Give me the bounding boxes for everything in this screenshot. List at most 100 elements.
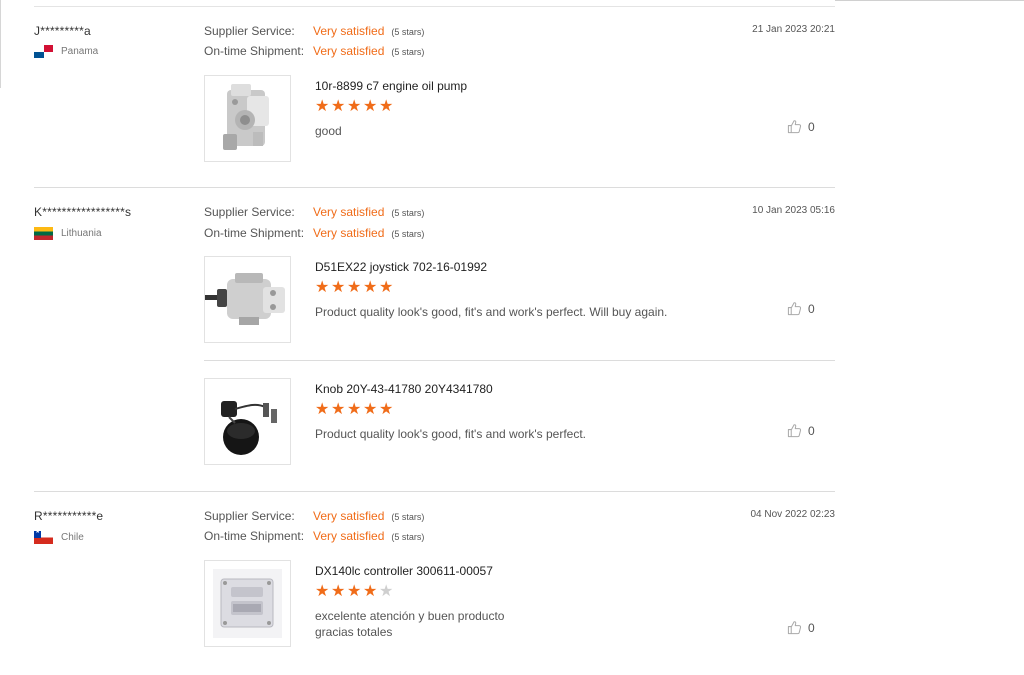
supplier-service-stars: (5 stars): [391, 512, 425, 522]
shipment-value: Very satisfied: [313, 44, 385, 58]
star-icon: ★: [315, 583, 330, 600]
product-image[interactable]: [204, 256, 291, 343]
review-date: 21 Jan 2023 20:21: [752, 24, 835, 35]
thumbs-up-icon[interactable]: [787, 620, 802, 635]
chile-flag-icon: [34, 531, 53, 544]
like-count: 0: [808, 301, 815, 316]
review-comment: Product quality look's good, fit's and w…: [315, 427, 587, 441]
product-title[interactable]: D51EX22 joystick 702-16-01992: [315, 260, 487, 274]
reviewed-product: DX140lc controller 300611-00057 ★ ★ ★ ★ ★ ex…: [204, 560, 835, 648]
review-item: J*********a Panama Supplier Service: Ver…: [34, 7, 835, 188]
like-control[interactable]: 0: [787, 119, 815, 134]
reviewed-product: 10r-8899 c7 engine oil pump ★ ★ ★ ★ ★ good 0: [204, 75, 835, 163]
shipment-rating: On-time Shipment: Very satisfied (5 star…: [204, 226, 424, 240]
thumbs-up-icon[interactable]: [787, 301, 802, 316]
star-icon: ★: [347, 98, 362, 115]
shipment-value: Very satisfied: [313, 529, 385, 543]
supplier-service-stars: (5 stars): [391, 208, 425, 218]
star-icon: ★: [347, 401, 362, 418]
product-title[interactable]: DX140lc controller 300611-00057: [315, 564, 493, 578]
page-edge-line: [0, 0, 1, 88]
star-icon: ★: [379, 583, 394, 600]
lithuania-flag-icon: [34, 227, 53, 240]
review-comment-line: gracias totales: [315, 625, 393, 639]
product-title[interactable]: Knob 20Y-43-41780 20Y4341780: [315, 382, 493, 396]
star-icon: ★: [379, 279, 394, 296]
reviewer-country: Lithuania: [34, 227, 102, 240]
thumbs-up-icon[interactable]: [787, 423, 802, 438]
shipment-value: Very satisfied: [313, 226, 385, 240]
shipment-stars: (5 stars): [391, 229, 425, 239]
knob-image: [221, 401, 277, 455]
review-item: K*****************s Lithuania Supplier S…: [34, 188, 835, 492]
like-control[interactable]: 0: [787, 620, 815, 635]
product-rating: ★ ★ ★ ★ ★: [315, 584, 395, 600]
reviewer-country: Chile: [34, 531, 84, 544]
shipment-stars: (5 stars): [391, 47, 425, 57]
star-icon: ★: [331, 583, 346, 600]
country-name: Panama: [61, 46, 99, 57]
shipment-rating: On-time Shipment: Very satisfied (5 star…: [204, 529, 424, 543]
star-icon: ★: [315, 401, 330, 418]
product-image[interactable]: [204, 75, 291, 162]
reviewed-product: D51EX22 joystick 702-16-01992 ★ ★ ★ ★ ★ Prod…: [204, 256, 835, 361]
product-image[interactable]: [204, 378, 291, 465]
review-comment: good: [315, 124, 342, 138]
review-comment: excelente atención y buen producto graci…: [315, 608, 504, 640]
thumbs-up-icon[interactable]: [787, 119, 802, 134]
shipment-label: On-time Shipment:: [204, 44, 305, 58]
shipment-label: On-time Shipment:: [204, 529, 305, 543]
reviewer-name: K*****************s: [34, 205, 132, 219]
supplier-service-rating: Supplier Service: Very satisfied (5 star…: [204, 205, 424, 219]
product-rating: ★ ★ ★ ★ ★: [315, 280, 395, 296]
like-control[interactable]: 0: [787, 423, 815, 438]
star-icon: ★: [315, 279, 330, 296]
star-icon: ★: [331, 98, 346, 115]
supplier-service-label: Supplier Service:: [204, 205, 295, 219]
product-rating: ★ ★ ★ ★ ★: [315, 402, 395, 418]
supplier-service-value: Very satisfied: [313, 24, 385, 38]
reviewer-name: J*********a: [34, 24, 91, 38]
star-icon: ★: [363, 98, 378, 115]
product-image[interactable]: [204, 560, 291, 647]
star-icon: ★: [363, 279, 378, 296]
product-title[interactable]: 10r-8899 c7 engine oil pump: [315, 79, 467, 93]
country-name: Lithuania: [61, 228, 102, 239]
header-edge-divider: [835, 0, 1024, 1]
like-count: 0: [808, 620, 815, 635]
review-date: 10 Jan 2023 05:16: [752, 205, 835, 216]
supplier-service-value: Very satisfied: [313, 205, 385, 219]
supplier-service-rating: Supplier Service: Very satisfied (5 star…: [204, 24, 424, 38]
product-rating: ★ ★ ★ ★ ★: [315, 99, 395, 115]
supplier-service-stars: (5 stars): [391, 27, 425, 37]
star-icon: ★: [315, 98, 330, 115]
supplier-service-value: Very satisfied: [313, 509, 385, 523]
shipment-stars: (5 stars): [391, 532, 425, 542]
joystick-valve-image: [205, 273, 285, 325]
star-icon: ★: [379, 401, 394, 418]
engine-oil-pump-image: [223, 84, 269, 150]
controller-image: [213, 569, 282, 638]
supplier-service-rating: Supplier Service: Very satisfied (5 star…: [204, 509, 424, 523]
supplier-service-label: Supplier Service:: [204, 24, 295, 38]
star-icon: ★: [379, 98, 394, 115]
shipment-label: On-time Shipment:: [204, 226, 305, 240]
like-control[interactable]: 0: [787, 301, 815, 316]
star-icon: ★: [331, 279, 346, 296]
star-icon: ★: [331, 401, 346, 418]
review-comment: Product quality look's good, fit's and w…: [315, 305, 668, 319]
reviewer-country: Panama: [34, 45, 98, 58]
star-icon: ★: [347, 279, 362, 296]
star-icon: ★: [363, 583, 378, 600]
reviewer-name: R***********e: [34, 509, 104, 523]
country-name: Chile: [61, 532, 84, 543]
supplier-service-label: Supplier Service:: [204, 509, 295, 523]
panama-flag-icon: [34, 45, 53, 58]
reviewed-product: Knob 20Y-43-41780 20Y4341780 ★ ★ ★ ★ ★ Produ…: [204, 378, 835, 466]
star-icon: ★: [363, 401, 378, 418]
review-date: 04 Nov 2022 02:23: [750, 509, 835, 520]
like-count: 0: [808, 119, 815, 134]
star-icon: ★: [347, 583, 362, 600]
review-item: R***********e Chile Supplier Service: Ve…: [34, 492, 835, 672]
review-comment-line: excelente atención y buen producto: [315, 609, 505, 623]
